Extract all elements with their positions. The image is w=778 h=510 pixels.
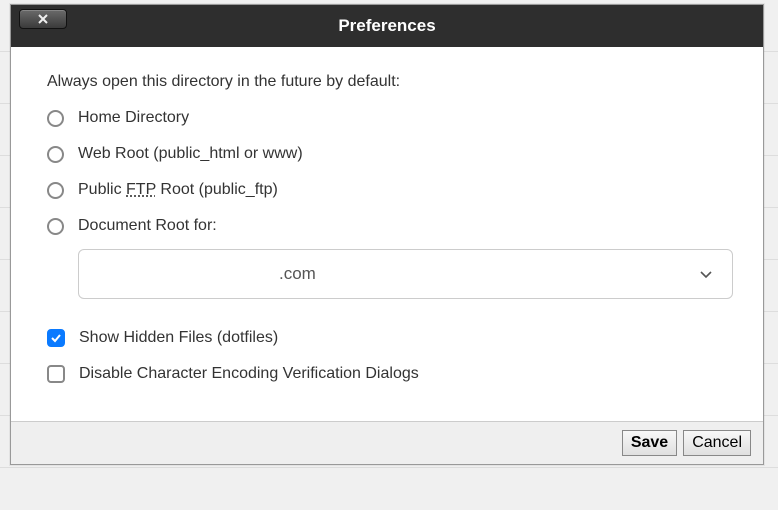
ftp-abbr: FTP <box>126 181 156 198</box>
dialog-footer: Save Cancel <box>11 421 763 464</box>
radio-public-ftp[interactable]: Public FTP Root (public_ftp) <box>47 181 727 199</box>
checkbox-input[interactable] <box>47 365 65 383</box>
radio-label: Web Root (public_html or www) <box>78 145 303 163</box>
radio-input[interactable] <box>47 218 64 235</box>
radio-label: Home Directory <box>78 109 189 127</box>
domain-select[interactable]: .com <box>78 249 733 299</box>
check-icon <box>50 332 62 344</box>
radio-input[interactable] <box>47 110 64 127</box>
dialog-body: Always open this directory in the future… <box>11 47 763 421</box>
checkbox-input[interactable] <box>47 329 65 347</box>
radio-label: Document Root for: <box>78 217 217 235</box>
radio-label: Public FTP Root (public_ftp) <box>78 181 278 199</box>
checkbox-label: Show Hidden Files (dotfiles) <box>79 329 278 347</box>
checkbox-label: Disable Character Encoding Verification … <box>79 365 419 383</box>
radio-input[interactable] <box>47 182 64 199</box>
radio-document-root[interactable]: Document Root for: <box>47 217 727 235</box>
titlebar: Preferences <box>11 5 763 47</box>
radio-web-root[interactable]: Web Root (public_html or www) <box>47 145 727 163</box>
close-icon <box>37 13 49 25</box>
save-button[interactable]: Save <box>622 430 677 456</box>
close-button[interactable] <box>19 9 67 29</box>
select-value: .com <box>279 264 316 284</box>
radio-input[interactable] <box>47 146 64 163</box>
dialog-title: Preferences <box>338 16 435 36</box>
cancel-button[interactable]: Cancel <box>683 430 751 456</box>
prompt-text: Always open this directory in the future… <box>47 73 727 91</box>
radio-home-directory[interactable]: Home Directory <box>47 109 727 127</box>
checkbox-disable-encoding[interactable]: Disable Character Encoding Verification … <box>47 365 727 383</box>
checkbox-show-hidden[interactable]: Show Hidden Files (dotfiles) <box>47 329 727 347</box>
chevron-down-icon <box>698 266 714 282</box>
preferences-dialog: Preferences Always open this directory i… <box>10 4 764 465</box>
